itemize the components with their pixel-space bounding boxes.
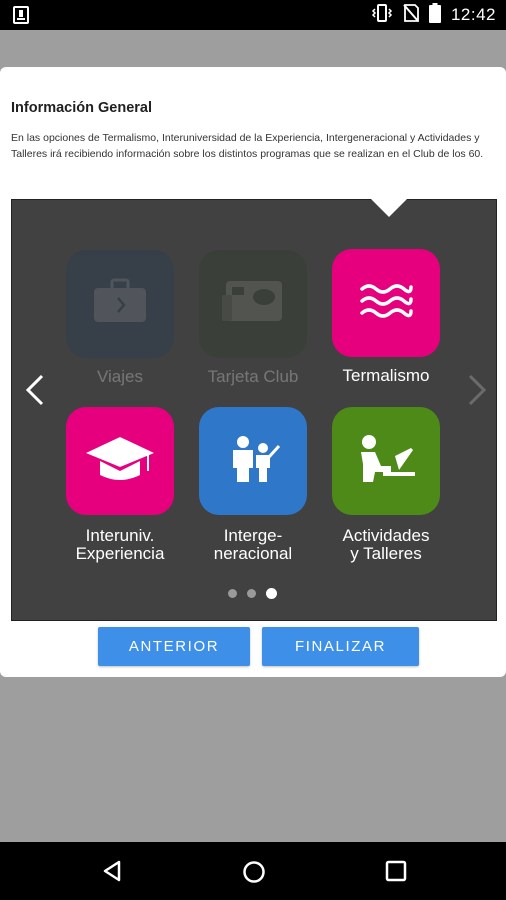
recents-icon[interactable] <box>385 860 407 887</box>
back-icon[interactable] <box>101 860 123 887</box>
tutorial-panel: Viajes Tarjeta Club Termalismo Interuniv… <box>11 199 497 621</box>
club-card-icon <box>220 277 286 332</box>
status-bar: 12:42 <box>0 0 506 30</box>
next-page-arrow-icon[interactable] <box>462 370 492 410</box>
previous-button[interactable]: ANTERIOR <box>98 627 250 666</box>
tile-label-viajes: Viajes <box>97 367 143 386</box>
tile-label-actividades: Actividades y Talleres <box>342 526 430 563</box>
page-dot-1 <box>228 589 237 598</box>
tile-interuniversidad[interactable] <box>66 407 174 515</box>
status-icons: 12:42 <box>371 0 496 30</box>
tile-viajes <box>66 250 174 358</box>
battery-icon <box>428 2 441 28</box>
dialog-body-text: En las opciones de Termalismo, Interuniv… <box>11 132 484 160</box>
download-notification-icon <box>13 6 29 29</box>
graduation-cap-icon <box>84 431 156 492</box>
tile-intergeneracional[interactable] <box>199 407 307 515</box>
system-nav-bar <box>0 842 506 900</box>
dialog-title: Información General <box>11 100 153 116</box>
tile-termalismo[interactable] <box>332 249 440 357</box>
tile-label-tarjeta-club: Tarjeta Club <box>207 367 299 386</box>
vibrate-icon <box>371 3 393 27</box>
status-time: 12:42 <box>450 5 496 24</box>
people-icon <box>223 434 283 489</box>
finish-button[interactable]: FINALIZAR <box>262 627 419 666</box>
info-dialog: Información General En las opciones de T… <box>0 67 506 677</box>
tile-label-interuniversidad: Interuniv. Experiencia <box>75 526 165 563</box>
tile-tarjeta-club <box>199 250 307 358</box>
briefcase-icon <box>90 278 150 331</box>
tile-actividades[interactable] <box>332 407 440 515</box>
page-indicator <box>228 588 277 599</box>
tile-label-termalismo: Termalismo <box>342 366 430 385</box>
person-laptop-icon <box>355 434 417 489</box>
pointer-arrow <box>371 199 407 217</box>
home-icon[interactable] <box>242 860 266 889</box>
tile-label-intergeneracional: Interge- neracional <box>213 526 293 563</box>
page-dot-3-active <box>266 588 277 599</box>
page-dot-2 <box>247 589 256 598</box>
no-signal-icon <box>403 3 419 27</box>
waves-icon <box>359 281 413 326</box>
